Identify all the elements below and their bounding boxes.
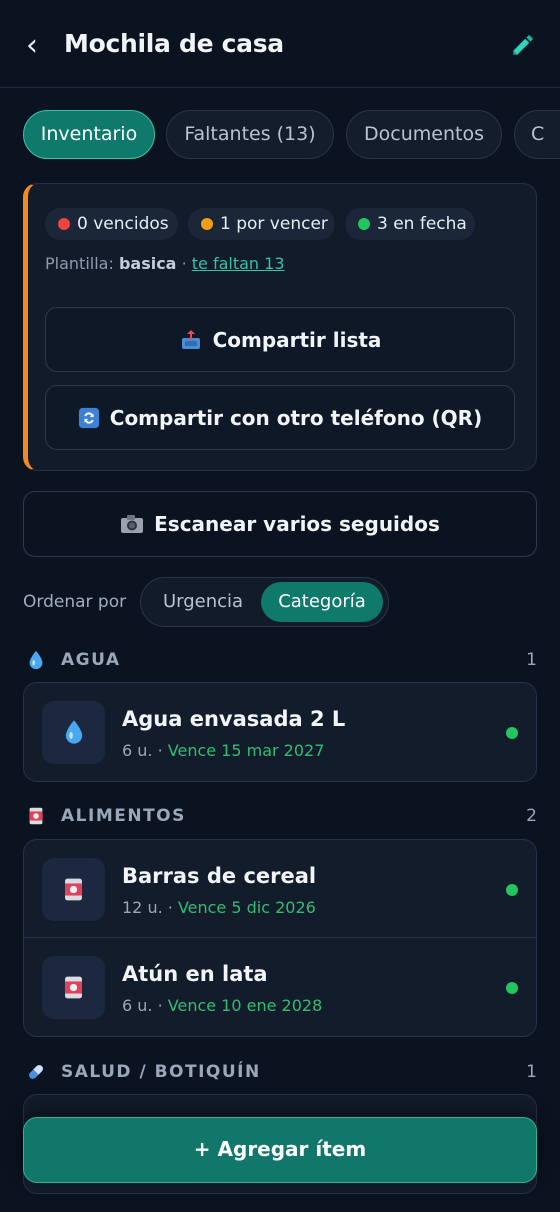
pencil-icon[interactable]	[510, 32, 536, 58]
water-drop-icon	[65, 720, 83, 744]
list-item[interactable]: Barras de cereal 12 u. · Vence 5 dic 202…	[24, 840, 536, 938]
category-list-alimentos: Barras de cereal 12 u. · Vence 5 dic 202…	[23, 839, 537, 1037]
back-button[interactable]: ‹	[26, 28, 38, 64]
scan-label: Escanear varios seguidos	[154, 512, 440, 536]
canned-food-icon	[65, 878, 82, 901]
item-quantity: 6 u.	[122, 741, 153, 760]
status-dot	[506, 884, 518, 896]
list-item[interactable]: Atún en lata 6 u. · Vence 10 ene 2028	[24, 938, 536, 1036]
list-item[interactable]: Agua envasada 2 L 6 u. · Vence 15 mar 20…	[24, 683, 536, 781]
share-list-label: Compartir lista	[212, 327, 382, 352]
item-name: Atún en lata	[122, 962, 268, 986]
tab-inventario[interactable]: Inventario	[23, 110, 155, 159]
water-drop-icon	[29, 650, 43, 670]
category-label: ALIMENTOS	[61, 806, 186, 826]
item-meta: 6 u. · Vence 15 mar 2027	[122, 741, 325, 760]
separator: ·	[181, 254, 187, 273]
item-expiry: Vence 5 dic 2026	[177, 898, 316, 917]
item-meta: 6 u. · Vence 10 ene 2028	[122, 996, 323, 1015]
share-qr-label: Compartir con otro teléfono (QR)	[109, 405, 483, 430]
sort-option-categoria[interactable]: Categoría	[261, 582, 383, 622]
status-badge-expired: 0 vencidos	[45, 208, 178, 240]
add-item-button[interactable]: + Agregar ítem	[23, 1117, 537, 1183]
orange-dot-icon	[201, 218, 213, 230]
green-dot-icon	[358, 218, 370, 230]
tab-bar: Inventario Faltantes (13) Documentos C	[23, 110, 560, 160]
badge-label: 0 vencidos	[77, 214, 169, 234]
category-count: 1	[526, 1062, 537, 1082]
status-badge-expiring: 1 por vencer	[188, 208, 335, 240]
missing-items-link[interactable]: te faltan 13	[192, 254, 285, 273]
badge-label: 3 en fecha	[377, 214, 467, 234]
share-list-button[interactable]: Compartir lista	[45, 307, 515, 372]
refresh-arrows-icon	[78, 407, 99, 428]
outbox-tray-icon	[181, 329, 200, 349]
template-prefix: Plantilla:	[45, 254, 114, 273]
status-dot	[506, 982, 518, 994]
badge-label: 1 por vencer	[220, 214, 328, 234]
item-name: Agua envasada 2 L	[122, 707, 346, 731]
share-qr-button[interactable]: Compartir con otro teléfono (QR)	[45, 385, 515, 450]
template-name: basica	[118, 254, 177, 273]
summary-card: 0 vencidos 1 por vencer 3 en fecha Plant…	[23, 183, 537, 471]
app-header: ‹ Mochila de casa	[0, 0, 560, 88]
status-dot	[506, 727, 518, 739]
item-quantity: 12 u.	[122, 898, 163, 917]
red-dot-icon	[58, 218, 70, 230]
pill-icon	[29, 1065, 43, 1079]
item-thumbnail	[42, 956, 105, 1019]
item-name: Barras de cereal	[122, 864, 317, 888]
category-header-agua: AGUA 1	[23, 646, 537, 676]
category-count: 2	[526, 806, 537, 826]
item-expiry: Vence 10 ene 2028	[167, 996, 323, 1015]
item-expiry: Vence 15 mar 2027	[167, 741, 325, 760]
category-list-agua: Agua envasada 2 L 6 u. · Vence 15 mar 20…	[23, 682, 537, 782]
canned-food-icon	[65, 976, 82, 999]
category-count: 1	[526, 650, 537, 670]
status-badge-ok: 3 en fecha	[345, 208, 475, 240]
camera-icon	[121, 515, 144, 533]
canned-food-icon	[29, 807, 43, 825]
category-header-salud: SALUD / BOTIQUÍN 1	[23, 1058, 537, 1088]
category-header-alimentos: ALIMENTOS 2	[23, 802, 537, 832]
tab-more[interactable]: C	[514, 110, 560, 159]
item-meta: 12 u. · Vence 5 dic 2026	[122, 898, 316, 917]
category-label: SALUD / BOTIQUÍN	[61, 1062, 261, 1082]
item-thumbnail	[42, 701, 105, 764]
sort-label: Ordenar por	[23, 592, 127, 612]
item-thumbnail	[42, 858, 105, 921]
scan-multiple-button[interactable]: Escanear varios seguidos	[23, 491, 537, 557]
item-quantity: 6 u.	[122, 996, 153, 1015]
tab-documentos[interactable]: Documentos	[346, 110, 502, 159]
page-title: Mochila de casa	[64, 29, 284, 58]
category-label: AGUA	[61, 650, 121, 670]
tab-faltantes[interactable]: Faltantes (13)	[166, 110, 334, 159]
sort-option-urgencia[interactable]: Urgencia	[147, 582, 259, 622]
template-info: Plantilla: basica · te faltan 13	[45, 254, 285, 273]
sort-segmented-control: Urgencia Categoría	[140, 577, 389, 627]
